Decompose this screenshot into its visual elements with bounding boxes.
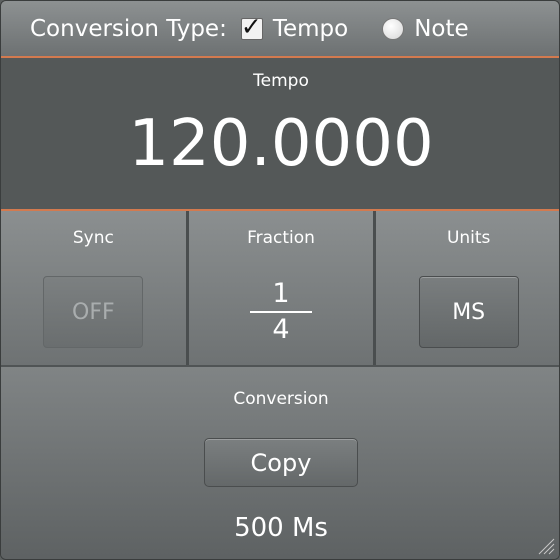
- conversion-type-bar: Conversion Type: ✓ Tempo Note: [1, 1, 559, 58]
- tempo-panel: Tempo 120.0000: [1, 58, 559, 211]
- fraction-value[interactable]: 1 4: [189, 277, 374, 347]
- conversion-result: 500 Ms: [234, 513, 328, 543]
- conversion-title: Conversion: [233, 389, 329, 409]
- fraction-title: Fraction: [247, 228, 315, 248]
- tempo-option-label[interactable]: Tempo: [273, 16, 348, 42]
- tempo-checkbox[interactable]: ✓: [240, 12, 263, 41]
- units-button[interactable]: MS: [418, 276, 519, 348]
- sync-column: Sync OFF: [1, 211, 186, 365]
- converter-window: Conversion Type: ✓ Tempo Note Tempo 120.…: [0, 0, 560, 560]
- resize-grip-icon[interactable]: [537, 537, 555, 555]
- fraction-numerator[interactable]: 1: [189, 277, 374, 311]
- sync-title: Sync: [72, 228, 114, 248]
- conversion-panel: Conversion Copy 500 Ms: [1, 365, 559, 559]
- tempo-title: Tempo: [253, 71, 309, 91]
- units-title: Units: [446, 228, 491, 248]
- fraction-column: Fraction 1 4: [185, 211, 374, 365]
- conversion-type-label: Conversion Type:: [30, 15, 227, 42]
- note-option-label[interactable]: Note: [414, 16, 468, 42]
- note-radio[interactable]: [382, 17, 405, 40]
- fraction-denominator[interactable]: 4: [189, 313, 374, 347]
- units-column: Units MS: [373, 211, 559, 365]
- sync-toggle-button[interactable]: OFF: [43, 276, 144, 348]
- tempo-value[interactable]: 120.0000: [1, 112, 559, 176]
- copy-button[interactable]: Copy: [204, 438, 358, 487]
- checkmark-icon: ✓: [240, 11, 262, 41]
- settings-row: Sync OFF Fraction 1 4 Units MS: [1, 211, 559, 365]
